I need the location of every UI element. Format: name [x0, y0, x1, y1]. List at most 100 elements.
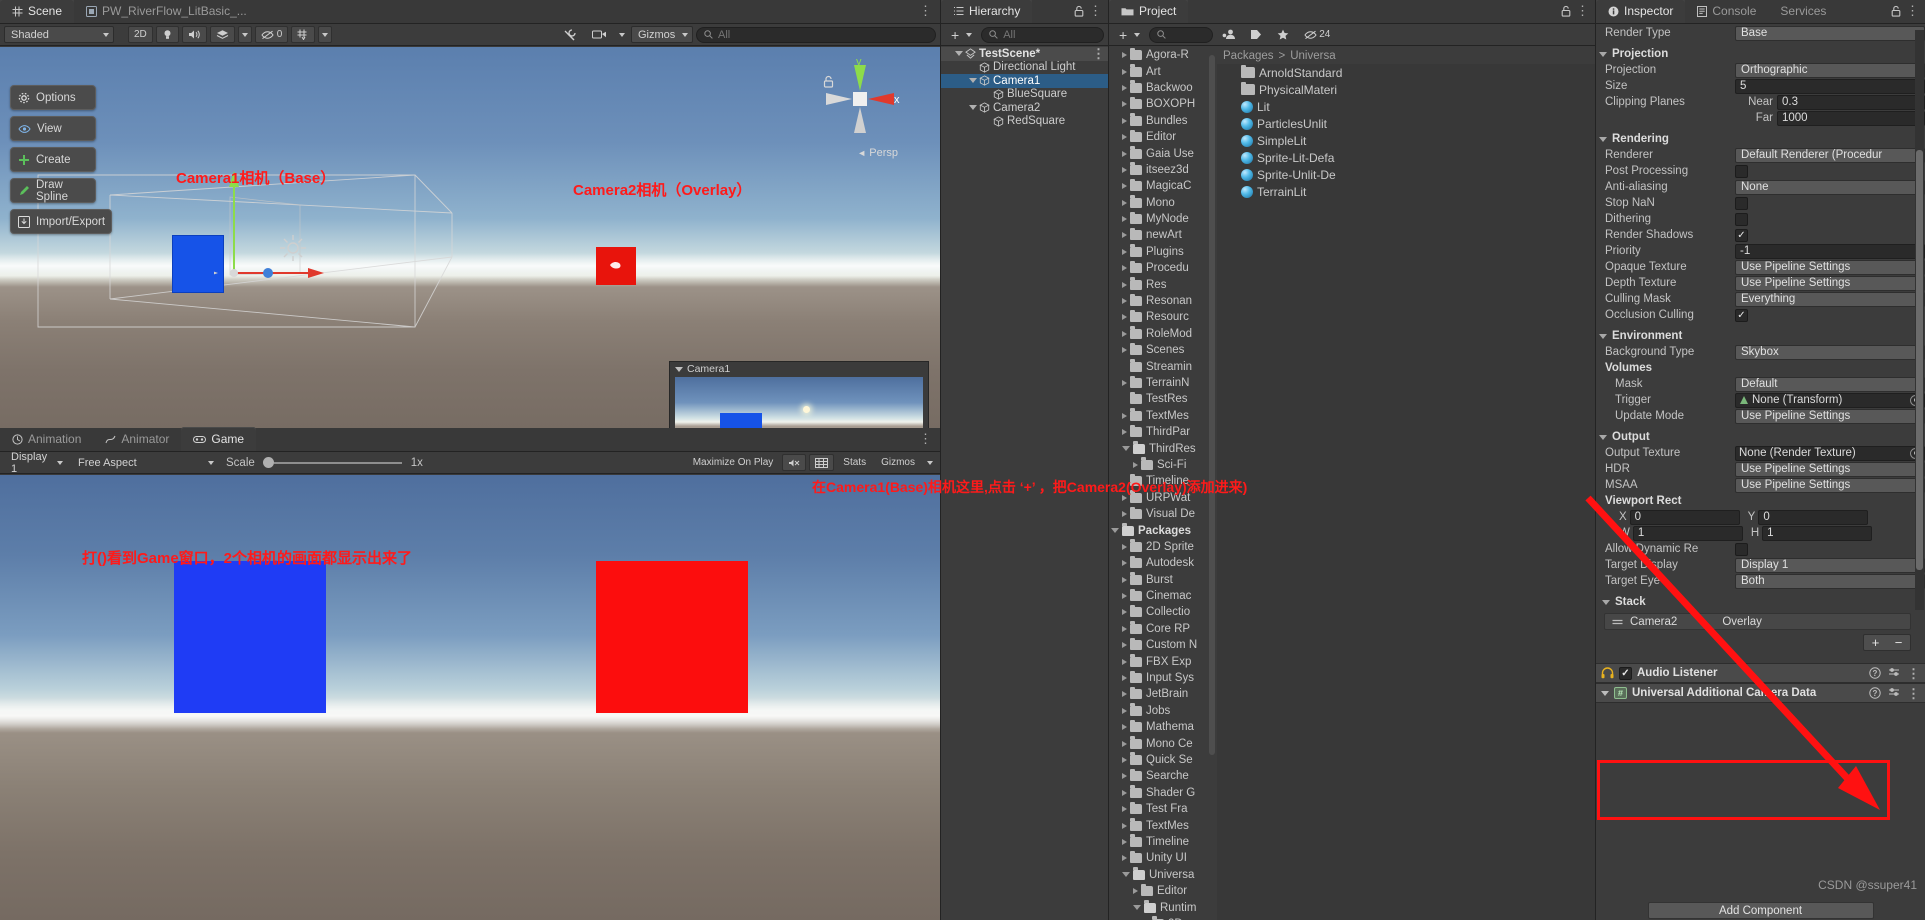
near-input[interactable]: 0.3 [1777, 94, 1925, 110]
collapse-triangle-icon[interactable] [1122, 740, 1127, 747]
inspector-scrollbar-track[interactable] [1915, 30, 1924, 610]
collapse-triangle-icon[interactable] [1122, 773, 1127, 780]
far-input[interactable]: 1000 [1777, 110, 1925, 126]
hierarchy-kebab-icon[interactable]: ⋮ [1089, 4, 1108, 23]
viewport-w-input[interactable]: 1 [1632, 525, 1743, 541]
lightbulb-icon[interactable] [155, 26, 179, 43]
import-export-button[interactable]: Import/Export [10, 209, 112, 234]
section-projection[interactable]: Projection [1596, 46, 1925, 62]
project-tree-item-custom-n[interactable]: Custom N [1109, 637, 1209, 653]
game-viewport[interactable]: 打()看到Game窗口，2个相机的画面都显示出来了 [0, 475, 940, 920]
stack-list[interactable]: Camera2 Overlay + − [1596, 610, 1925, 651]
target-eye-dropdown[interactable]: Both [1735, 573, 1925, 589]
collapse-triangle-icon[interactable] [1122, 281, 1127, 288]
collapse-triangle-icon[interactable] [1122, 330, 1127, 337]
asset-item-sprite-lit-defa[interactable]: Sprite-Lit-Defa [1217, 149, 1595, 166]
project-tree-item-mono-ce[interactable]: Mono Ce [1109, 735, 1209, 751]
hierarchy-item-camera2[interactable]: Camera2 [941, 101, 1108, 115]
component-kebab-icon[interactable]: ⋮ [1907, 687, 1920, 700]
section-rendering[interactable]: Rendering [1596, 131, 1925, 147]
size-input[interactable]: 5 [1735, 78, 1925, 94]
viewport-y-input[interactable]: 0 [1758, 509, 1869, 525]
tab-hierarchy[interactable]: Hierarchy [941, 0, 1033, 23]
collapse-triangle-icon[interactable] [1122, 101, 1127, 108]
collapse-triangle-icon[interactable] [1122, 199, 1127, 206]
project-tree-item-collectio[interactable]: Collectio [1109, 604, 1209, 620]
project-tree-item-burst[interactable]: Burst [1109, 572, 1209, 588]
project-tree-item-terrainn[interactable]: TerrainN [1109, 375, 1209, 391]
collapse-triangle-icon[interactable] [1122, 380, 1127, 386]
update-mode-dropdown[interactable]: Use Pipeline Settings [1735, 408, 1925, 424]
collapse-triangle-icon[interactable] [1122, 232, 1127, 239]
project-tree-item-searche[interactable]: Searche [1109, 768, 1209, 784]
game-gizmos-dropdown[interactable] [924, 454, 936, 471]
collapse-triangle-icon[interactable] [1122, 806, 1127, 813]
collapse-triangle-icon[interactable] [1122, 248, 1127, 255]
project-tree-item-core-rp[interactable]: Core RP [1109, 621, 1209, 637]
gizmos-dropdown[interactable]: Gizmos [631, 26, 693, 43]
project-tree-item-visual-de[interactable]: Visual De [1109, 506, 1209, 522]
expand-triangle-icon[interactable] [1111, 528, 1119, 534]
collapse-triangle-icon[interactable] [1122, 789, 1127, 796]
project-tree-item-newart[interactable]: newArt [1109, 227, 1209, 243]
anti-aliasing-dropdown[interactable]: None [1735, 179, 1925, 195]
project-tree-item-timeline[interactable]: Timeline [1109, 834, 1209, 850]
project-tree-item-testres[interactable]: TestRes [1109, 391, 1209, 407]
collapse-triangle-icon[interactable] [1122, 314, 1127, 321]
scene-camera-icon[interactable] [586, 26, 613, 43]
display-dropdown[interactable]: Display 1 [4, 451, 68, 475]
project-tree-item-fbx-exp[interactable]: FBX Exp [1109, 653, 1209, 669]
collapse-triangle-icon[interactable] [1122, 412, 1127, 419]
project-tree-item-thirdpar[interactable]: ThirdPar [1109, 424, 1209, 440]
project-asset-list[interactable]: ArnoldStandard PhysicalMateri Lit Particles… [1217, 64, 1595, 200]
drag-handle-icon[interactable] [1612, 618, 1623, 626]
priority-input[interactable]: -1 [1735, 243, 1925, 259]
project-tree-item-streamin[interactable]: Streamin [1109, 358, 1209, 374]
hierarchy-item-testscene[interactable]: TestScene* ⋮ [941, 47, 1108, 61]
project-tree-item-magicac[interactable]: MagicaC [1109, 178, 1209, 194]
view-button[interactable]: View [10, 116, 96, 141]
projection-dropdown[interactable]: Orthographic [1735, 62, 1925, 78]
collapse-triangle-icon[interactable] [1122, 609, 1127, 616]
project-tree-item-jetbrain[interactable]: JetBrain [1109, 686, 1209, 702]
expand-triangle-icon[interactable] [969, 78, 977, 84]
project-kebab-icon[interactable]: ⋮ [1576, 4, 1595, 23]
occlusion-culling-checkbox[interactable]: ✓ [1735, 308, 1748, 322]
scene-viewport[interactable]: Camera1相机（Base） Camera2相机（Overlay） Optio… [0, 47, 940, 428]
project-tree-item-itseez3d[interactable]: itseez3d [1109, 162, 1209, 178]
viewport-x-input[interactable]: 0 [1629, 509, 1740, 525]
help-icon[interactable]: ? [1869, 687, 1881, 699]
project-tree-item-resourc[interactable]: Resourc [1109, 309, 1209, 325]
background-type-dropdown[interactable]: Skybox [1735, 344, 1925, 360]
tab-scene[interactable]: Scene [0, 0, 75, 23]
project-tree-item-mynode[interactable]: MyNode [1109, 211, 1209, 227]
grid-snap-dropdown[interactable] [318, 26, 333, 43]
collapse-triangle-icon[interactable] [1122, 134, 1127, 141]
hierarchy-item-bluesquare[interactable]: BlueSquare [941, 88, 1108, 102]
collapse-triangle-icon[interactable] [1122, 576, 1127, 583]
scene-kebab-icon[interactable]: ⋮ [919, 4, 940, 23]
stack-remove-button[interactable]: − [1895, 635, 1903, 650]
collapse-triangle-icon[interactable] [1122, 265, 1127, 272]
add-component-button[interactable]: Add Component [1647, 902, 1874, 919]
maximize-on-play-button[interactable]: Maximize On Play [686, 454, 780, 471]
tab-animator[interactable]: Animator [93, 427, 181, 451]
project-tree-item-cinemac[interactable]: Cinemac [1109, 588, 1209, 604]
collapse-triangle-icon[interactable] [1122, 560, 1127, 567]
project-tree-item-boxoph[interactable]: BOXOPH [1109, 96, 1209, 112]
scene-search-input[interactable]: All [696, 26, 936, 43]
stack-add-remove-buttons[interactable]: + − [1863, 634, 1911, 651]
project-tree-item-backwoo[interactable]: Backwoo [1109, 80, 1209, 96]
collapse-triangle-icon[interactable] [1122, 117, 1127, 124]
project-tree-item-universa[interactable]: Universa [1109, 867, 1209, 883]
project-tree-item-textmes[interactable]: TextMes [1109, 408, 1209, 424]
stack-add-button[interactable]: + [1872, 635, 1880, 650]
wrench-icon[interactable] [557, 26, 583, 43]
project-tree-item-sci-fi[interactable]: Sci-Fi [1109, 457, 1209, 473]
collapse-triangle-icon[interactable] [1122, 429, 1127, 436]
project-search-input[interactable] [1149, 26, 1214, 43]
hidden-objects-toggle[interactable]: 0 [254, 26, 289, 43]
collapse-triangle-icon[interactable] [1122, 724, 1127, 731]
project-tree-item-agora-r[interactable]: Agora-R [1109, 47, 1209, 63]
preset-icon[interactable] [1888, 667, 1900, 679]
